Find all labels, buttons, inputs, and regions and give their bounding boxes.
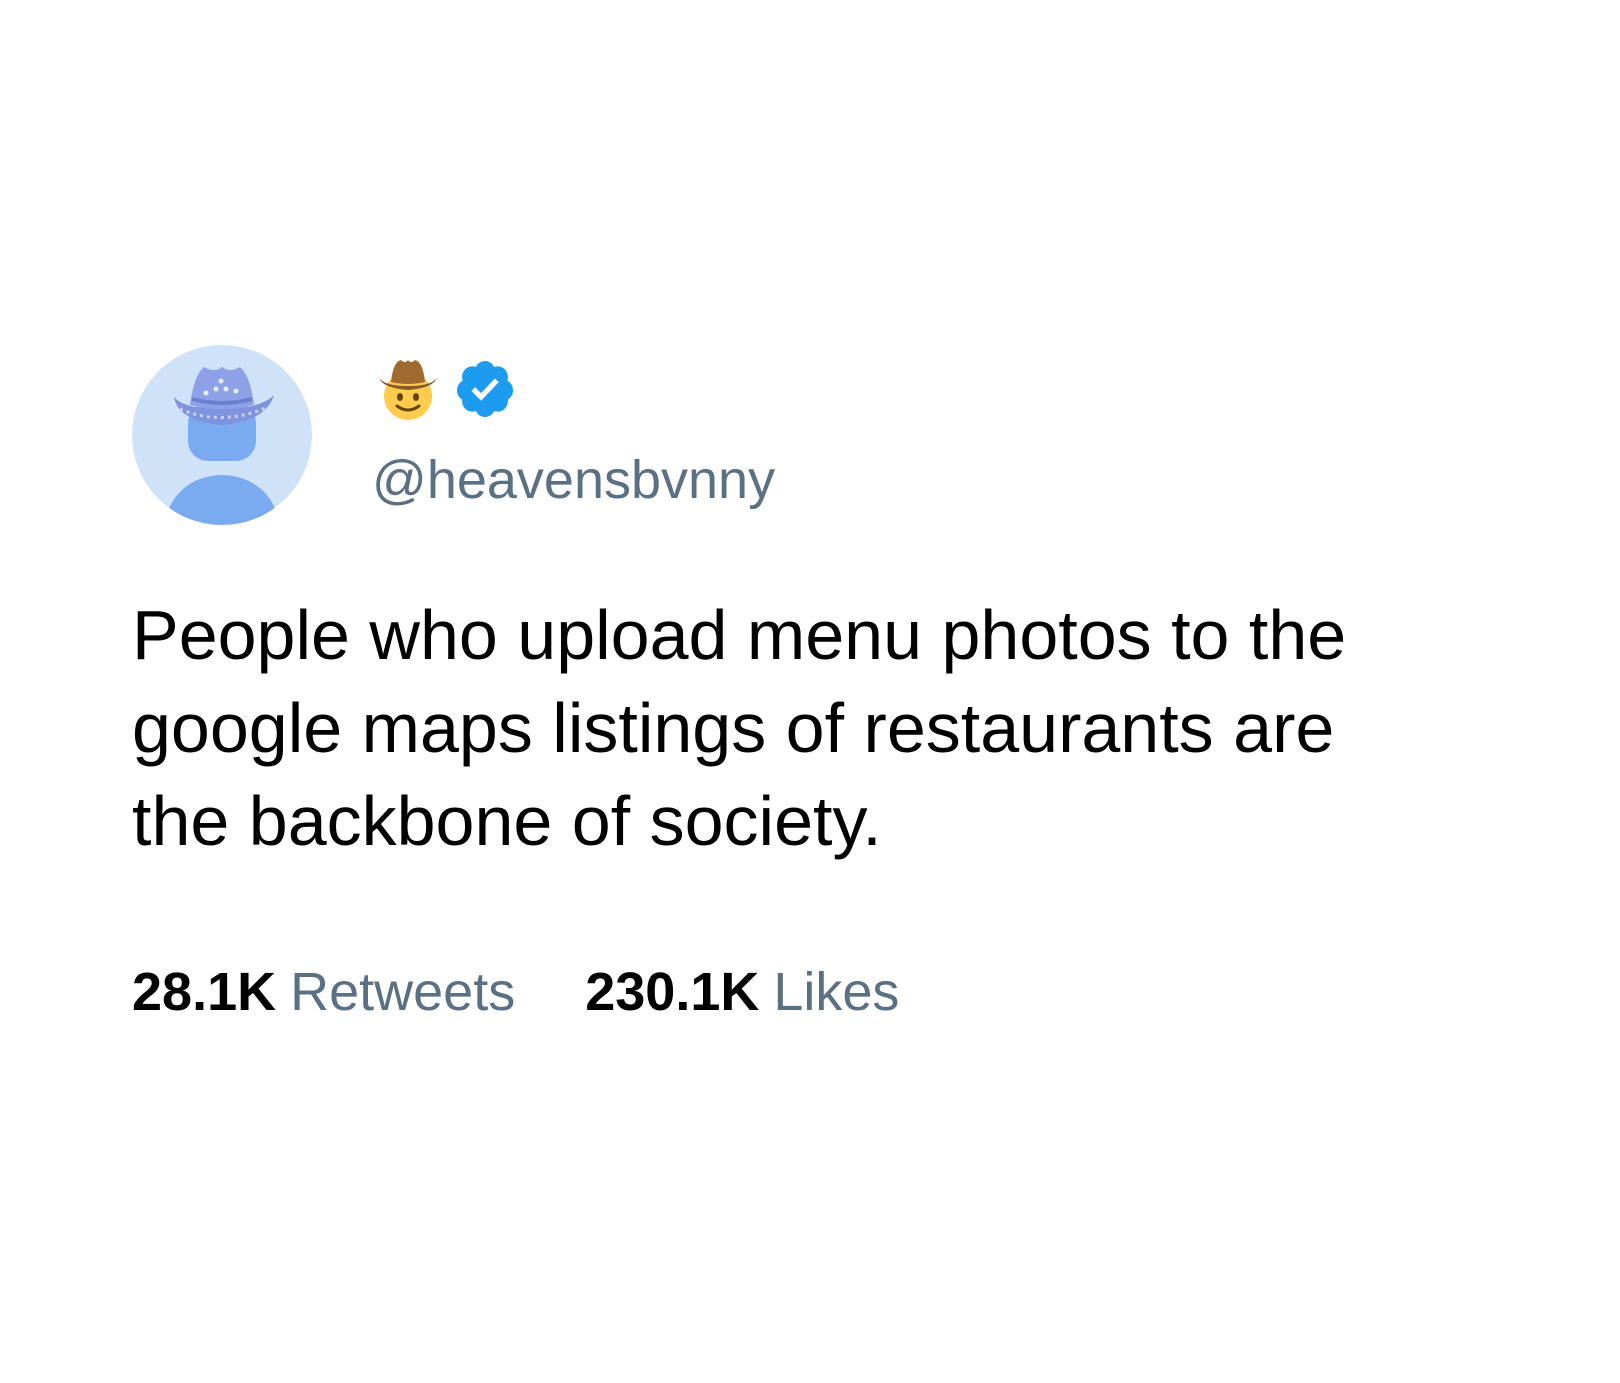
retweets-stat[interactable]: 28.1K Retweets [132, 960, 515, 1024]
cowboy-hat-face-emoji-icon [379, 360, 437, 420]
engagement-stats: 28.1K Retweets 230.1K Likes [132, 960, 899, 1024]
retweets-count: 28.1K [132, 962, 277, 1022]
likes-count: 230.1K [585, 962, 760, 1022]
likes-stat[interactable]: 230.1K Likes [585, 960, 899, 1024]
cowboy-hat-silhouette-avatar-icon [132, 345, 312, 525]
tweet-text: People who upload menu photos to the goo… [132, 596, 1347, 860]
display-name-row[interactable] [375, 353, 517, 425]
likes-label: Likes [773, 962, 900, 1022]
retweets-label: Retweets [290, 962, 516, 1022]
tweet-card: @heavensbvnny People who upload menu pho… [0, 0, 1620, 1383]
user-handle[interactable]: @heavensbvnny [372, 448, 775, 512]
avatar[interactable] [132, 345, 312, 525]
verified-badge-icon [456, 361, 513, 417]
